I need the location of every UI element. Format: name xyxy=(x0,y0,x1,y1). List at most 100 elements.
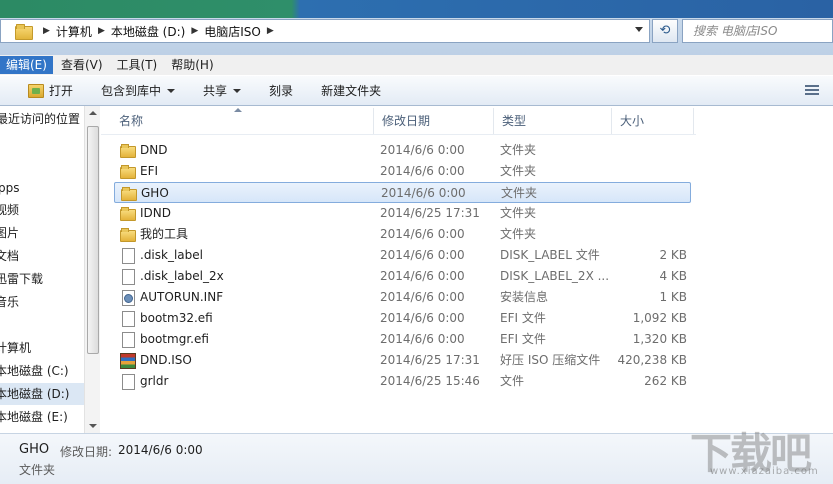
nav-item-documents[interactable]: 文档 xyxy=(0,245,19,267)
file-type: 文件夹 xyxy=(500,143,537,157)
file-icon xyxy=(120,248,135,264)
column-header-type[interactable]: 类型 xyxy=(494,108,612,134)
nav-item-drive-c[interactable]: 本地磁盘 (C:) xyxy=(0,360,69,382)
nav-item-apps[interactable]: pps xyxy=(0,177,20,199)
folder-icon xyxy=(15,24,33,40)
file-name: IDND xyxy=(140,206,171,220)
menu-bar: 编辑(E) 查看(V) 工具(T) 帮助(H) xyxy=(0,55,833,75)
address-area: ▶ 计算机 ▶ 本地磁盘 (D:) ▶ 电脑店ISO ▶ ⟲ 搜索 电脑店ISO xyxy=(0,0,833,55)
chevron-right-icon[interactable]: ▶ xyxy=(43,26,50,36)
file-row[interactable]: DND 2014/6/6 0:00 文件夹 xyxy=(114,140,691,161)
file-name: GHO xyxy=(141,186,169,200)
nav-item-recent-places[interactable]: 最近访问的位置 xyxy=(0,108,80,130)
file-list: 名称 修改日期 类型 大小 DND 2014/6/6 0:00 文件夹 EFI 2014… xyxy=(101,106,833,433)
refresh-button[interactable]: ⟲ xyxy=(652,19,678,43)
column-header-modified[interactable]: 修改日期 xyxy=(374,108,494,134)
file-type: EFI 文件 xyxy=(500,311,546,325)
file-icon xyxy=(120,332,135,348)
file-type: 文件夹 xyxy=(500,227,537,241)
inf-file-icon xyxy=(120,290,135,306)
include-in-library-label: 包含到库中 xyxy=(101,84,162,98)
column-header-size[interactable]: 大小 xyxy=(612,108,694,134)
watermark-url: www.xiazaiba.com xyxy=(710,466,819,477)
file-name: .disk_label xyxy=(140,248,203,262)
file-type: 文件夹 xyxy=(500,206,537,220)
open-icon xyxy=(28,83,44,98)
site-watermark: 下载吧 www.xiazaiba.com xyxy=(690,420,830,480)
chevron-right-icon[interactable]: ▶ xyxy=(267,26,274,36)
file-modified: 2014/6/6 0:00 xyxy=(380,248,465,262)
breadcrumb-current-folder[interactable]: 电脑店ISO xyxy=(204,23,261,40)
nav-item-music[interactable]: 音乐 xyxy=(0,291,19,313)
file-modified: 2014/6/6 0:00 xyxy=(380,269,465,283)
details-modified-value: 2014/6/6 0:00 xyxy=(118,443,203,457)
scroll-down-icon[interactable] xyxy=(89,424,97,428)
menu-help[interactable]: 帮助(H) xyxy=(165,56,219,74)
menu-view[interactable]: 查看(V) xyxy=(55,56,109,74)
file-type: EFI 文件 xyxy=(500,332,546,346)
file-size: 262 KB xyxy=(644,374,687,388)
command-bar: 打开 包含到库中 共享 刻录 新建文件夹 xyxy=(0,75,833,106)
breadcrumb-computer[interactable]: 计算机 xyxy=(56,23,92,40)
search-input[interactable]: 搜索 电脑店ISO xyxy=(682,19,833,43)
nav-item-computer[interactable]: 计算机 xyxy=(0,337,31,359)
menu-tools[interactable]: 工具(T) xyxy=(111,56,164,74)
file-row[interactable]: bootmgr.efi 2014/6/6 0:00 EFI 文件 1,320 KB xyxy=(114,329,691,350)
file-size: 4 KB xyxy=(659,269,687,283)
details-item-name: GHO xyxy=(19,442,50,457)
view-options-icon[interactable] xyxy=(805,85,819,97)
share-button[interactable]: 共享 xyxy=(203,82,242,99)
file-type: 文件夹 xyxy=(500,164,537,178)
menu-edit[interactable]: 编辑(E) xyxy=(0,56,53,74)
file-type: 文件 xyxy=(500,374,525,388)
file-type: DISK_LABEL_2X ... xyxy=(500,269,610,283)
chevron-right-icon[interactable]: ▶ xyxy=(98,26,105,36)
chevron-right-icon[interactable]: ▶ xyxy=(191,26,198,36)
address-dropdown-icon[interactable] xyxy=(635,27,643,32)
file-row[interactable]: EFI 2014/6/6 0:00 文件夹 xyxy=(114,161,691,182)
file-name: EFI xyxy=(140,164,159,178)
file-name: grldr xyxy=(140,374,169,388)
archive-icon xyxy=(120,353,136,369)
file-type: DISK_LABEL 文件 xyxy=(500,248,600,262)
file-row[interactable]: AUTORUN.INF 2014/6/6 0:00 安装信息 1 KB xyxy=(114,287,691,308)
nav-item-thunder-downloads[interactable]: 迅雷下载 xyxy=(0,268,43,290)
file-modified: 2014/6/25 15:46 xyxy=(380,374,480,388)
file-name: bootmgr.efi xyxy=(140,332,209,346)
include-in-library-button[interactable]: 包含到库中 xyxy=(101,82,176,99)
nav-scrollbar[interactable] xyxy=(84,106,100,433)
file-row[interactable]: DND.ISO 2014/6/25 17:31 好压 ISO 压缩文件 420,238… xyxy=(114,350,691,371)
file-size: 2 KB xyxy=(659,248,687,262)
nav-item-drive-e[interactable]: 本地磁盘 (E:) xyxy=(0,406,68,428)
scroll-up-icon[interactable] xyxy=(89,111,97,115)
scrollbar-thumb[interactable] xyxy=(87,126,99,354)
file-row[interactable]: bootm32.efi 2014/6/6 0:00 EFI 文件 1,092 KB xyxy=(114,308,691,329)
new-folder-button[interactable]: 新建文件夹 xyxy=(321,82,381,99)
file-modified: 2014/6/25 17:31 xyxy=(380,206,480,220)
file-row[interactable]: grldr 2014/6/25 15:46 文件 262 KB xyxy=(114,371,691,392)
file-row[interactable]: 我的工具 2014/6/6 0:00 文件夹 xyxy=(114,224,691,245)
file-name: AUTORUN.INF xyxy=(140,290,224,304)
burn-button[interactable]: 刻录 xyxy=(269,82,293,99)
file-row[interactable]: .disk_label_2x 2014/6/6 0:00 DISK_LABEL_2X… xyxy=(114,266,691,287)
nav-item-drive-d[interactable]: 本地磁盘 (D:) xyxy=(0,383,84,405)
file-row[interactable]: .disk_label 2014/6/6 0:00 DISK_LABEL 文件 2 K… xyxy=(114,245,691,266)
folder-icon xyxy=(120,227,136,242)
chevron-down-icon xyxy=(233,88,242,93)
file-size: 420,238 KB xyxy=(617,353,687,367)
file-modified: 2014/6/6 0:00 xyxy=(380,143,465,157)
folder-icon xyxy=(120,143,136,158)
column-header-name[interactable]: 名称 xyxy=(111,108,374,134)
file-row[interactable]: IDND 2014/6/25 17:31 文件夹 xyxy=(114,203,691,224)
new-folder-label: 新建文件夹 xyxy=(321,84,382,98)
address-bar[interactable]: ▶ 计算机 ▶ 本地磁盘 (D:) ▶ 电脑店ISO ▶ xyxy=(0,19,650,43)
breadcrumb-drive-d[interactable]: 本地磁盘 (D:) xyxy=(111,23,185,40)
nav-item-pictures[interactable]: 图片 xyxy=(0,222,19,244)
file-modified: 2014/6/6 0:00 xyxy=(380,332,465,346)
open-button[interactable]: 打开 xyxy=(28,82,73,99)
file-modified: 2014/6/6 0:00 xyxy=(380,227,465,241)
file-row[interactable]: GHO 2014/6/6 0:00 文件夹 xyxy=(114,182,691,203)
nav-item-videos[interactable]: 视频 xyxy=(0,199,19,221)
header-divider xyxy=(101,134,696,135)
file-icon xyxy=(120,311,135,327)
